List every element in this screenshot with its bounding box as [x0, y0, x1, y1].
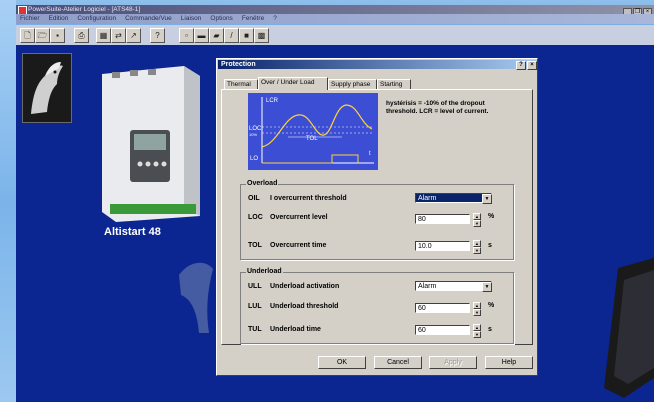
tab-thermal[interactable]: Thermal [224, 79, 258, 89]
lul-text: Underload threshold [270, 303, 339, 310]
menu-liaison[interactable]: Liaison [181, 15, 202, 22]
device-label: Altistart 48 [104, 226, 161, 238]
tul-label: TUL Underload time [248, 325, 321, 334]
hysteresis-note: hystérisis = -10% of the dropout thresho… [386, 100, 489, 115]
ok-button[interactable]: OK [318, 356, 366, 369]
keypad-icon[interactable]: ▩ [254, 28, 269, 43]
menu-options[interactable]: Options [210, 15, 232, 22]
tab-over-under-load[interactable]: Over / Under Load [258, 77, 328, 90]
graph-tol-label: TOL [306, 136, 318, 142]
help-button[interactable]: Help [485, 356, 533, 369]
ull-label: ULL Underload activation [248, 282, 339, 291]
loc-input[interactable]: 80 [415, 214, 470, 224]
tul-unit: s [488, 326, 492, 333]
lul-label: LUL Underload threshold [248, 302, 338, 311]
spin-down-icon[interactable]: ▼ [473, 331, 481, 338]
graph-t-label: t [369, 151, 371, 157]
graph-lcr-label: LCR [266, 98, 279, 104]
spin-up-icon[interactable]: ▲ [473, 324, 481, 331]
oil-dropdown-icon[interactable]: ▼ [482, 194, 492, 204]
underload-group-label: Underload [246, 268, 283, 276]
menu-bar: Fichier Edition Configuration Commande/Vue L… [16, 14, 654, 24]
connect-icon[interactable]: ▫ [179, 28, 194, 43]
menu-edition[interactable]: Edition [49, 15, 69, 22]
compare-icon[interactable]: ⇄ [111, 28, 126, 43]
graph-lo-label: LO [250, 156, 258, 162]
loc-code: LOC [248, 214, 263, 221]
lul-spinner[interactable]: ▲ ▼ [473, 302, 481, 316]
dialog-close-button[interactable]: × [527, 61, 537, 70]
lul-code: LUL [248, 303, 262, 310]
loc-spinner[interactable]: ▲ ▼ [473, 213, 481, 227]
oil-label: OIL I overcurrent threshold [248, 194, 347, 203]
apply-button[interactable]: Apply [429, 356, 477, 369]
monitor-icon[interactable]: ▬ [194, 28, 209, 43]
spin-up-icon[interactable]: ▲ [473, 213, 481, 220]
save-icon[interactable]: ▪ [50, 28, 65, 43]
tol-label: TOL Overcurrent time [248, 241, 326, 250]
menu-help[interactable]: ? [273, 15, 277, 22]
print-icon[interactable]: ⎙ [74, 28, 89, 43]
open-folder-icon[interactable]: 🗁 [35, 28, 50, 43]
dialog-help-button[interactable]: ? [516, 61, 526, 70]
spin-down-icon[interactable]: ▼ [473, 220, 481, 227]
app-title-bar: PowerSuite-Atelier Logiciel - [ATS48-1] [16, 5, 654, 14]
ull-select[interactable]: Alarm [415, 281, 492, 291]
load-curve-graph: LCR LOC 10% TOL LO t [248, 93, 378, 170]
app-title: PowerSuite-Atelier Logiciel - [ATS48-1] [28, 6, 141, 13]
tab-starting[interactable]: Starting [377, 79, 411, 89]
lul-unit: % [488, 302, 495, 309]
loc-text: Overcurrent level [270, 214, 328, 221]
spin-down-icon[interactable]: ▼ [473, 309, 481, 316]
transfer-icon[interactable]: ↗ [126, 28, 141, 43]
spin-down-icon[interactable]: ▼ [473, 247, 481, 254]
tul-input[interactable]: 60 [415, 325, 470, 335]
oil-code: OIL [248, 195, 260, 202]
cancel-button[interactable]: Cancel [374, 356, 422, 369]
tol-spinner[interactable]: ▲ ▼ [473, 240, 481, 254]
tul-spinner[interactable]: ▲ ▼ [473, 324, 481, 338]
spin-up-icon[interactable]: ▲ [473, 302, 481, 309]
new-file-icon[interactable]: 🗋 [20, 28, 35, 43]
menu-configuration[interactable]: Configuration [77, 15, 116, 22]
tul-text: Underload time [270, 326, 321, 333]
edit-icon[interactable]: / [224, 28, 239, 43]
ull-code: ULL [248, 283, 262, 290]
desktop-edge [0, 0, 16, 402]
graph-hyst-label: 10% [249, 132, 257, 137]
loc-label: LOC Overcurrent level [248, 213, 328, 222]
stop-icon[interactable]: ■ [239, 28, 254, 43]
tol-text: Overcurrent time [270, 242, 327, 249]
overload-group-label: Overload [246, 180, 279, 188]
ull-text: Underload activation [270, 283, 340, 290]
oil-text: I overcurrent threshold [270, 195, 347, 202]
altistart-device-image [102, 66, 200, 222]
dialog-title-bar: Protection [218, 60, 536, 69]
tol-code: TOL [248, 242, 262, 249]
toolbar: 🗋 🗁 ▪ ⎙ ▦ ⇄ ↗ ? ▫ ▬ ▰ / ■ ▩ [16, 25, 654, 45]
menu-fichier[interactable]: Fichier [20, 15, 40, 22]
horse-silhouette-icon [179, 262, 213, 333]
help-pointer-icon[interactable]: ? [150, 28, 165, 43]
drive-icon[interactable]: ▰ [209, 28, 224, 43]
menu-commande-vue[interactable]: Commande/Vue [125, 15, 172, 22]
ull-dropdown-icon[interactable]: ▼ [482, 282, 492, 292]
grid-icon[interactable]: ▦ [96, 28, 111, 43]
tol-input[interactable]: 10.0 [415, 241, 470, 251]
lul-input[interactable]: 60 [415, 303, 470, 313]
dialog-title: Protection [221, 61, 256, 68]
menu-fenetre[interactable]: Fenêtre [242, 15, 264, 22]
loc-unit: % [488, 213, 495, 220]
tul-code: TUL [248, 326, 262, 333]
oil-select[interactable]: Alarm [415, 193, 492, 203]
horse-logo-icon [22, 53, 72, 123]
laptop-image [604, 258, 654, 398]
tab-supply-phase[interactable]: Supply phase [328, 79, 377, 89]
tol-unit: s [488, 242, 492, 249]
spin-up-icon[interactable]: ▲ [473, 240, 481, 247]
